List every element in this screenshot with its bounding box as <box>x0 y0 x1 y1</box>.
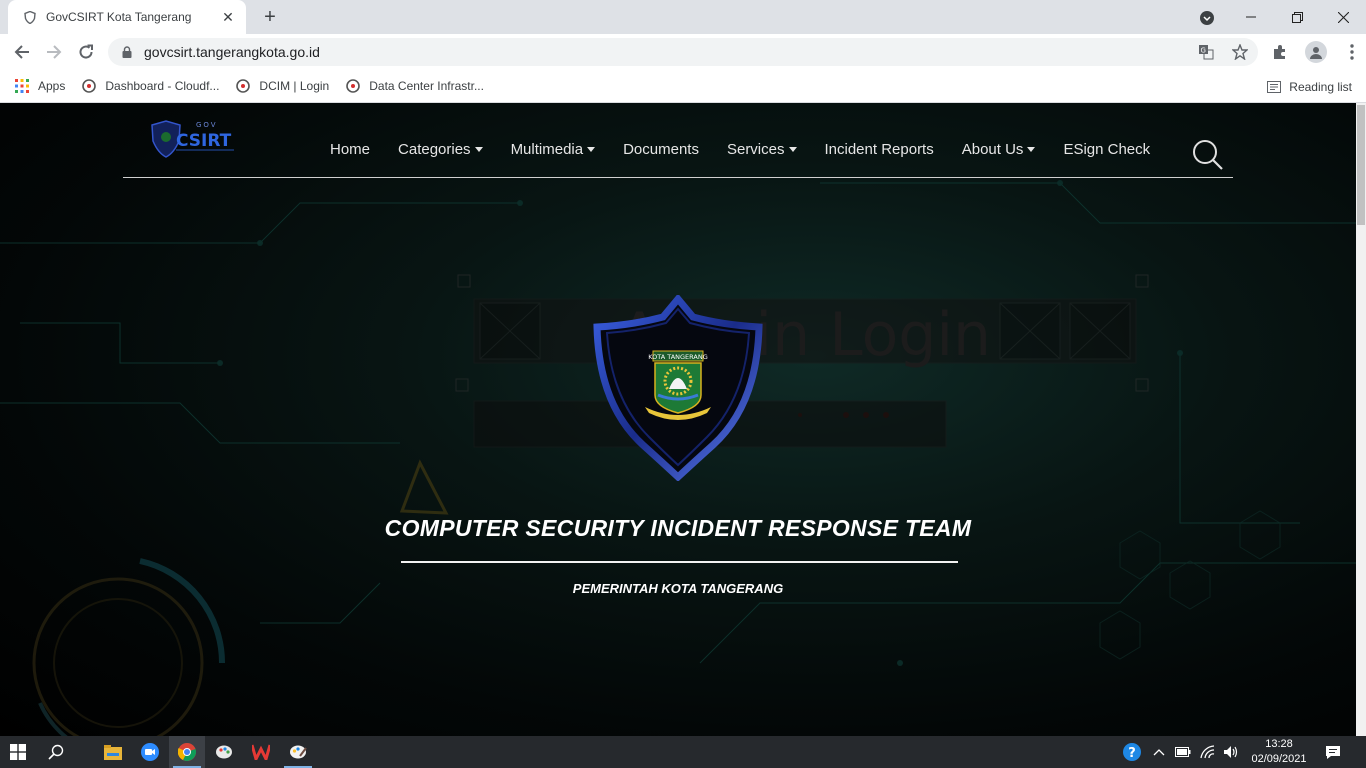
minimize-icon[interactable] <box>1228 2 1274 32</box>
hero-divider <box>401 561 958 563</box>
reading-list-icon <box>1267 80 1282 93</box>
zoom-icon[interactable] <box>132 736 168 768</box>
paint-app-icon[interactable] <box>206 736 242 768</box>
site-favicon-icon <box>235 78 251 94</box>
hero-subtitle: PEMERINTAH KOTA TANGERANG <box>572 581 784 596</box>
tab-title: GovCSIRT Kota Tangerang <box>46 10 192 24</box>
back-icon[interactable] <box>8 38 36 66</box>
lock-icon[interactable] <box>120 45 134 59</box>
bookmarks-bar: Apps Dashboard - Cloudf... DCIM | Login … <box>0 70 1366 103</box>
wps-office-icon[interactable] <box>243 736 279 768</box>
page-content: Admin Login GOV CSIRT Home Categories Mu… <box>0 103 1356 736</box>
paint-3d-icon[interactable] <box>280 736 316 768</box>
reading-list-button[interactable]: Reading list <box>1267 70 1352 103</box>
clock-date: 02/09/2021 <box>1251 753 1307 765</box>
svg-text:?: ? <box>1128 746 1136 761</box>
tab-strip: GovCSIRT Kota Tangerang ✕ + <box>0 0 1366 34</box>
taskbar-search-icon[interactable] <box>38 736 74 768</box>
bookmark-label: Data Center Infrastr... <box>369 79 484 93</box>
bookmark-data-center[interactable]: Data Center Infrastr... <box>345 78 484 94</box>
windows-taskbar: ? 13:28 02/09/2021 <box>0 736 1366 768</box>
windows-start-icon[interactable] <box>0 736 36 768</box>
nav-multimedia[interactable]: Multimedia <box>511 141 596 158</box>
hero-title: COMPUTER SECURITY INCIDENT RESPONSE TEAM <box>384 515 972 541</box>
nav-divider <box>123 177 1233 178</box>
browser-tab[interactable]: GovCSIRT Kota Tangerang ✕ <box>8 0 246 34</box>
tab-search-icon[interactable] <box>1197 8 1217 28</box>
dropdown-caret-icon <box>1027 147 1036 152</box>
action-center-icon[interactable] <box>1318 736 1348 768</box>
close-window-icon[interactable] <box>1320 2 1366 32</box>
translate-icon[interactable]: G <box>1196 38 1216 66</box>
shield-favicon-icon <box>22 9 38 25</box>
new-tab-button[interactable]: + <box>258 5 282 29</box>
nav-services[interactable]: Services <box>727 141 797 158</box>
restore-icon[interactable] <box>1274 2 1320 32</box>
emblem-shield: KOTA TANGERANG <box>593 293 763 482</box>
apps-grid-icon <box>14 78 30 94</box>
site-logo[interactable]: GOV CSIRT <box>148 119 238 163</box>
bookmark-apps[interactable]: Apps <box>14 78 65 94</box>
nav-esign-check[interactable]: ESign Check <box>1063 141 1150 158</box>
menu-kebab-icon[interactable] <box>1338 38 1366 66</box>
reading-list-label: Reading list <box>1289 79 1352 94</box>
address-url[interactable]: govcsirt.tangerangkota.go.id <box>144 44 320 60</box>
search-icon[interactable] <box>1192 139 1224 171</box>
nav-incident-reports[interactable]: Incident Reports <box>825 141 934 158</box>
help-icon[interactable]: ? <box>1120 736 1144 768</box>
clock-time: 13:28 <box>1265 738 1293 750</box>
profile-icon[interactable] <box>1302 38 1330 66</box>
forward-icon[interactable] <box>40 38 68 66</box>
site-favicon-icon <box>81 78 97 94</box>
bookmark-dashboard[interactable]: Dashboard - Cloudf... <box>81 78 219 94</box>
bookmark-star-icon[interactable] <box>1230 38 1250 66</box>
nav-about-us[interactable]: About Us <box>962 141 1036 158</box>
bookmark-label: Apps <box>38 79 66 93</box>
bookmark-label: DCIM | Login <box>259 79 330 93</box>
tab-close-icon[interactable]: ✕ <box>220 9 236 25</box>
logo-small-text: GOV <box>196 121 218 129</box>
volume-icon[interactable] <box>1220 736 1242 768</box>
nav-documents[interactable]: Documents <box>623 141 699 158</box>
nav-home[interactable]: Home <box>330 141 370 158</box>
file-explorer-icon[interactable] <box>95 736 131 768</box>
logo-text: CSIRT <box>176 131 232 151</box>
svg-text:G: G <box>1201 47 1206 55</box>
dropdown-caret-icon <box>474 147 483 152</box>
main-navigation: Home Categories Multimedia Documents Ser… <box>330 141 1178 158</box>
reload-icon[interactable] <box>72 38 100 66</box>
dropdown-caret-icon <box>788 147 797 152</box>
tray-chevron-up-icon[interactable] <box>1150 736 1168 768</box>
site-favicon-icon <box>345 78 361 94</box>
emblem-label: KOTA TANGERANG <box>648 353 708 361</box>
browser-toolbar: govcsirt.tangerangkota.go.id G <box>0 34 1366 70</box>
scrollbar-thumb[interactable] <box>1357 105 1365 225</box>
dropdown-caret-icon <box>587 147 596 152</box>
bookmark-label: Dashboard - Cloudf... <box>105 79 220 93</box>
nav-categories[interactable]: Categories <box>398 141 483 158</box>
wifi-icon[interactable] <box>1196 736 1218 768</box>
chrome-icon[interactable] <box>169 736 205 768</box>
system-clock[interactable]: 13:28 02/09/2021 <box>1248 737 1310 767</box>
bookmark-dcim[interactable]: DCIM | Login <box>235 78 329 94</box>
extensions-icon[interactable] <box>1266 38 1294 66</box>
battery-icon[interactable] <box>1172 736 1194 768</box>
address-bar[interactable]: govcsirt.tangerangkota.go.id G <box>108 38 1258 66</box>
page-scrollbar[interactable] <box>1356 103 1366 736</box>
